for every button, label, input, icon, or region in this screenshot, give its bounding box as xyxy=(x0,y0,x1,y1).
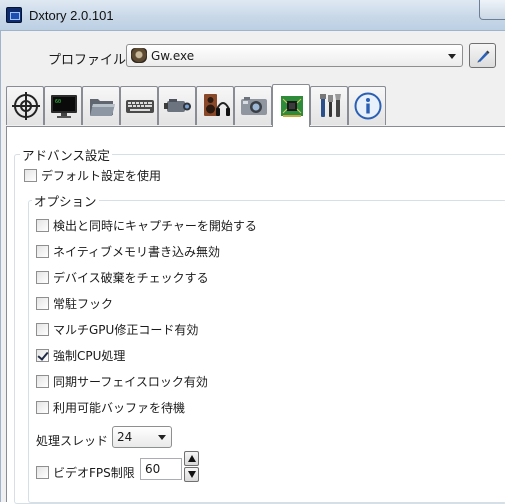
pencil-icon xyxy=(477,50,490,63)
crosshair-icon xyxy=(12,92,40,120)
tab-info[interactable] xyxy=(348,86,386,125)
tab-advanced[interactable] xyxy=(272,84,310,127)
option-label: 強制CPU処理 xyxy=(53,348,126,363)
option-checkbox[interactable] xyxy=(36,374,49,388)
tab-bar: 60 xyxy=(6,84,505,127)
profile-label: プロファイル xyxy=(48,53,127,68)
title-bar: Dxtory 2.0.101 xyxy=(0,0,505,31)
option-row[interactable]: 強制CPU処理 xyxy=(36,347,125,363)
circuit-board-icon xyxy=(281,96,303,117)
option-checkbox[interactable] xyxy=(36,348,49,362)
option-label: 同期サーフェイスロック有効 xyxy=(53,374,208,389)
tab-folder[interactable] xyxy=(82,86,120,125)
option-checkbox[interactable] xyxy=(36,270,49,284)
video-fps-checkbox[interactable] xyxy=(36,465,49,479)
option-row[interactable]: 検出と同時にキャプチャーを開始する xyxy=(36,217,257,233)
spin-down-button[interactable] xyxy=(184,467,199,482)
chevron-down-icon xyxy=(448,54,456,59)
window-title: Dxtory 2.0.101 xyxy=(29,8,114,23)
option-row[interactable]: 常駐フック xyxy=(36,295,113,311)
monitor-icon: 60 xyxy=(51,95,77,118)
tab-screenshot[interactable] xyxy=(234,86,272,125)
video-fps-input[interactable]: 60 xyxy=(140,458,182,480)
tab-tools[interactable] xyxy=(310,86,348,125)
option-label: 常駐フック xyxy=(53,296,114,311)
spin-up-button[interactable] xyxy=(184,451,199,466)
use-default-label: デフォルト設定を使用 xyxy=(41,168,162,183)
option-checkbox[interactable] xyxy=(36,296,49,310)
video-fps-value: 60 xyxy=(145,462,161,476)
camcorder-icon xyxy=(164,99,191,112)
thread-select[interactable]: 24 xyxy=(112,426,172,448)
folder-icon xyxy=(90,99,115,116)
use-default-row[interactable]: デフォルト設定を使用 xyxy=(24,167,161,183)
video-fps-row[interactable]: ビデオFPS制限 xyxy=(36,464,135,480)
option-label: デバイス破棄をチェックする xyxy=(53,270,209,285)
option-label: 利用可能バッファを待機 xyxy=(53,400,186,415)
tab-target[interactable] xyxy=(6,86,44,125)
option-checkbox[interactable] xyxy=(36,322,49,336)
edit-profile-button[interactable] xyxy=(469,43,496,68)
options-group-title: オプション xyxy=(32,191,99,210)
option-row[interactable]: デバイス破棄をチェックする xyxy=(36,269,209,285)
svg-text:60: 60 xyxy=(55,99,61,105)
camera-icon xyxy=(241,97,267,115)
tab-movie[interactable] xyxy=(158,86,196,125)
tab-audio[interactable] xyxy=(196,86,234,125)
option-row[interactable]: マルチGPU修正コード有効 xyxy=(36,321,198,337)
game-profile-icon xyxy=(131,48,147,63)
thread-label: 処理スレッド xyxy=(36,434,109,448)
chevron-down-icon xyxy=(158,435,166,440)
tools-icon xyxy=(320,94,341,117)
advanced-settings-panel: アドバンス設定 デフォルト設定を使用 オプション 検出と同時にキャプチャーを開始… xyxy=(6,126,505,504)
option-label: 検出と同時にキャプチャーを開始する xyxy=(53,218,257,233)
option-checkbox[interactable] xyxy=(36,244,49,258)
option-row[interactable]: 同期サーフェイスロック有効 xyxy=(36,373,208,389)
dxtory-app-icon xyxy=(6,7,22,23)
option-checkbox[interactable] xyxy=(36,400,49,414)
window-control-button[interactable] xyxy=(479,0,505,20)
option-row[interactable]: ネイティブメモリ書き込み無効 xyxy=(36,243,220,259)
tab-display[interactable]: 60 xyxy=(44,86,82,125)
advanced-group-title: アドバンス設定 xyxy=(20,145,112,164)
tab-hotkey[interactable] xyxy=(120,86,158,125)
video-fps-label: ビデオFPS制限 xyxy=(53,465,135,480)
profile-select[interactable]: Gw.exe xyxy=(126,44,463,67)
option-label: ネイティブメモリ書き込み無効 xyxy=(53,244,221,259)
thread-value: 24 xyxy=(117,430,133,444)
speaker-headphones-icon xyxy=(204,94,230,116)
keyboard-icon xyxy=(126,100,154,113)
info-icon xyxy=(354,92,382,120)
option-label: マルチGPU修正コード有効 xyxy=(53,322,199,337)
option-checkbox[interactable] xyxy=(36,218,49,232)
option-row[interactable]: 利用可能バッファを待機 xyxy=(36,399,185,415)
main-window: プロファイル Gw.exe 60 アドバンス設定 デフォルト設定を使用 オプショ… xyxy=(0,31,505,504)
profile-value: Gw.exe xyxy=(151,49,195,63)
use-default-checkbox[interactable] xyxy=(24,168,37,182)
